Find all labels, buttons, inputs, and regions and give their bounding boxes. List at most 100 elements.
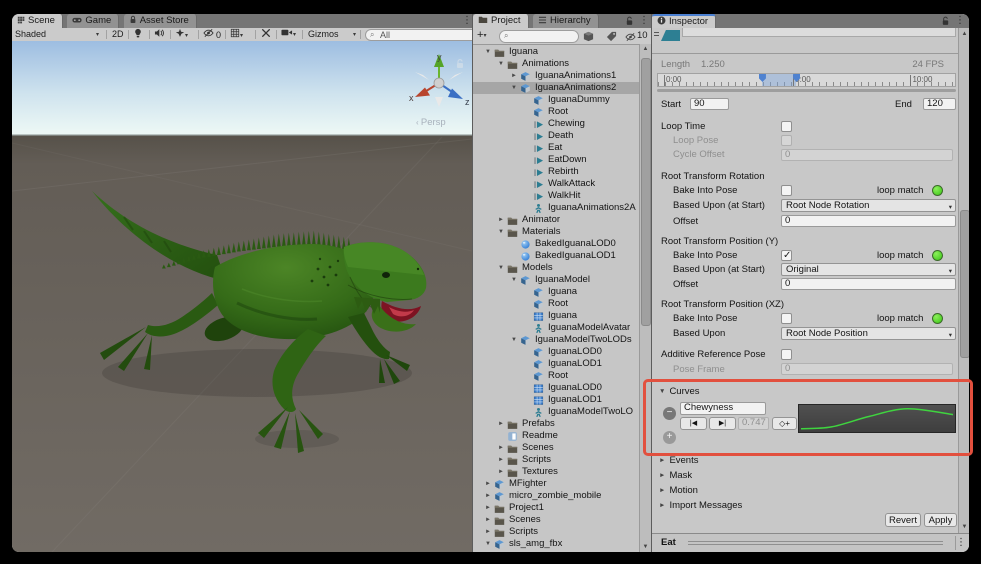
tree-item-animations[interactable]: ▼Animations	[473, 58, 639, 70]
tree-item-models[interactable]: ▼Models	[473, 262, 639, 274]
tree-item-walkhit[interactable]: WalkHit	[473, 190, 639, 202]
clip-timeline-ruler[interactable]: 0:00 5:00 10:00	[657, 73, 956, 87]
scroll-up-icon[interactable]: ▲	[959, 31, 969, 37]
additive-reference-pose-checkbox[interactable]: ✓	[781, 349, 792, 360]
curve-preview[interactable]	[798, 404, 956, 433]
scroll-up-icon[interactable]: ▲	[640, 46, 651, 52]
inspector-scrollbar[interactable]: ▲ ▼	[958, 28, 969, 533]
foldout-collapsed-icon[interactable]: ►	[485, 478, 491, 490]
scene-effects-toggle[interactable]: ▾	[175, 28, 188, 40]
scene-search-input[interactable]: ⌕All	[365, 29, 483, 41]
tab-hierarchy[interactable]: Hierarchy	[533, 14, 599, 28]
tab-scene[interactable]: Scene	[12, 14, 63, 28]
tree-item-materials[interactable]: ▼Materials	[473, 226, 639, 238]
tab-project[interactable]: Project	[473, 14, 529, 28]
search-by-type-icon[interactable]	[583, 31, 594, 42]
scene-audio-toggle[interactable]	[154, 28, 165, 40]
start-frame-field[interactable]: 90	[690, 98, 729, 110]
foldout-expanded-icon[interactable]: ▼	[498, 226, 504, 238]
prev-key-button[interactable]: |◀	[680, 417, 707, 430]
tree-item-animator[interactable]: ►Animator	[473, 214, 639, 226]
bake-position-y-checkbox[interactable]: ✓	[781, 250, 792, 261]
foldout-expanded-icon[interactable]: ▼	[498, 58, 504, 70]
scene-camera-settings[interactable]: ▾	[281, 28, 296, 40]
tree-item-rebirth[interactable]: Rebirth	[473, 166, 639, 178]
panel-lock-icon[interactable]	[625, 16, 634, 26]
apply-button[interactable]: Apply	[924, 513, 957, 527]
tree-item-scenes[interactable]: ►Scenes	[473, 442, 639, 454]
tree-item-iguanaanimations2a[interactable]: IguanaAnimations2A	[473, 202, 639, 214]
tree-item-micro_zombie_mobile[interactable]: ►micro_zombie_mobile	[473, 490, 639, 502]
tree-item-bakediguanalod0[interactable]: BakedIguanaLOD0	[473, 238, 639, 250]
tree-item-eat[interactable]: Eat	[473, 142, 639, 154]
tree-item-root[interactable]: Root	[473, 106, 639, 118]
tree-item-iguanalod1[interactable]: IguanaLOD1	[473, 394, 639, 406]
tree-item-iguanadummy[interactable]: IguanaDummy	[473, 94, 639, 106]
bake-position-xz-checkbox[interactable]: ✓	[781, 313, 792, 324]
remove-curve-button[interactable]: −	[663, 407, 676, 420]
shading-mode-dropdown[interactable]: Shaded▾	[15, 28, 103, 40]
tree-item-iguanalod0[interactable]: IguanaLOD0	[473, 382, 639, 394]
foldout-collapsed-icon[interactable]: ►	[498, 214, 504, 226]
tree-item-iguanamodel[interactable]: ▼IguanaModel	[473, 274, 639, 286]
tree-item-iguanaanimations1[interactable]: ►IguanaAnimations1	[473, 70, 639, 82]
tree-item-iguanaanimations2[interactable]: ▼IguanaAnimations2	[473, 82, 639, 94]
import-messages-foldout[interactable]: ►Import Messages	[659, 500, 742, 511]
foldout-collapsed-icon[interactable]: ►	[498, 454, 504, 466]
search-by-label-icon[interactable]	[606, 31, 617, 42]
foldout-collapsed-icon[interactable]: ►	[485, 502, 491, 514]
project-more-icon[interactable]: ⋮	[639, 15, 649, 27]
create-asset-button[interactable]: +▾	[477, 29, 486, 41]
add-key-button[interactable]: ◇+	[772, 417, 797, 430]
hidden-count-eye-icon[interactable]	[625, 32, 636, 42]
tree-item-scripts[interactable]: ►Scripts	[473, 454, 639, 466]
project-search-input[interactable]: ⌕	[499, 30, 579, 43]
curves-foldout[interactable]: ▼Curves	[659, 386, 700, 397]
foldout-collapsed-icon[interactable]: ►	[511, 70, 517, 82]
bake-rotation-checkbox[interactable]: ✓	[781, 185, 792, 196]
tab-inspector[interactable]: Inspector	[652, 14, 716, 28]
tree-item-sls_amg_fbx[interactable]: ▼sls_amg_fbx	[473, 538, 639, 550]
tree-item-iguanamodeltwolo[interactable]: IguanaModelTwoLO	[473, 406, 639, 418]
clip-name-field-partial[interactable]	[682, 28, 956, 37]
foldout-collapsed-icon[interactable]: ►	[485, 490, 491, 502]
tree-item-iguanalod1[interactable]: IguanaLOD1	[473, 358, 639, 370]
tree-item-death[interactable]: Death	[473, 130, 639, 142]
foldout-collapsed-icon[interactable]: ►	[498, 418, 504, 430]
position-xz-based-upon-dropdown[interactable]: Root Node Position▾	[781, 327, 956, 340]
tree-item-eatdown[interactable]: EatDown	[473, 154, 639, 166]
inspector-more-icon[interactable]: ⋮	[955, 15, 965, 27]
scroll-down-icon[interactable]: ▼	[640, 544, 651, 550]
foldout-expanded-icon[interactable]: ▼	[511, 334, 517, 346]
preview-pane-header[interactable]: Eat ⋮	[652, 533, 969, 552]
foldout-expanded-icon[interactable]: ▼	[511, 82, 517, 94]
rotation-offset-field[interactable]: 0	[781, 215, 956, 227]
tree-item-readme[interactable]: Readme	[473, 430, 639, 442]
foldout-collapsed-icon[interactable]: ►	[485, 514, 491, 526]
foldout-collapsed-icon[interactable]: ►	[498, 466, 504, 478]
tree-item-scenes[interactable]: ►Scenes	[473, 514, 639, 526]
panel-lock-icon[interactable]	[941, 16, 950, 26]
scene-more-icon[interactable]: ⋮	[462, 15, 472, 27]
tree-item-iguanalod0[interactable]: IguanaLOD0	[473, 346, 639, 358]
tree-item-bakediguanalod1[interactable]: BakedIguanaLOD1	[473, 250, 639, 262]
scene-lighting-toggle[interactable]	[133, 28, 143, 40]
tab-game[interactable]: Game	[67, 14, 119, 28]
tree-item-mfighter[interactable]: ►MFighter	[473, 478, 639, 490]
2d-toggle[interactable]: 2D	[112, 28, 124, 40]
foldout-expanded-icon[interactable]: ▼	[511, 274, 517, 286]
events-foldout[interactable]: ►Events	[659, 455, 698, 466]
curve-name-field[interactable]: Chewyness	[680, 402, 766, 415]
inspector-scrollbar-thumb[interactable]	[960, 210, 969, 358]
foldout-expanded-icon[interactable]: ▼	[485, 46, 491, 58]
mask-foldout[interactable]: ►Mask	[659, 470, 692, 481]
tree-item-iguanamodelavatar[interactable]: IguanaModelAvatar	[473, 322, 639, 334]
loop-time-checkbox[interactable]: ✓	[781, 121, 792, 132]
tree-item-iguana[interactable]: Iguana	[473, 286, 639, 298]
tree-item-iguana[interactable]: Iguana	[473, 310, 639, 322]
scroll-down-icon[interactable]: ▼	[959, 524, 969, 530]
tree-item-root[interactable]: Root	[473, 370, 639, 382]
scene-tools-button[interactable]	[261, 28, 271, 40]
project-scrollbar[interactable]: ▲ ▼	[639, 44, 651, 552]
tree-item-chewing[interactable]: Chewing	[473, 118, 639, 130]
